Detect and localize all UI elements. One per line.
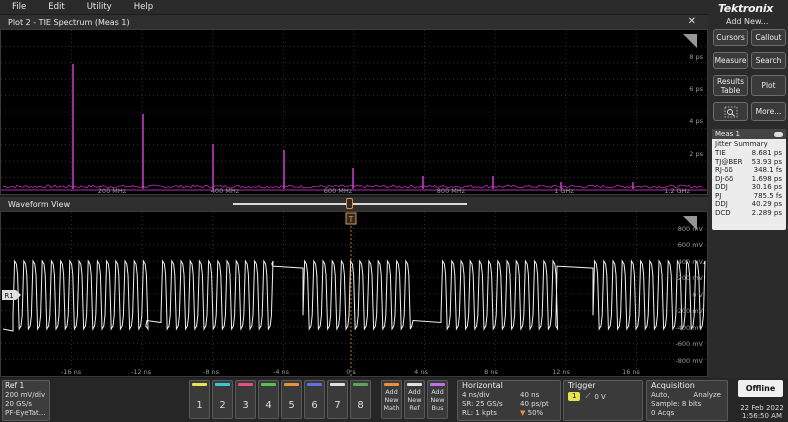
- waveform-x-tick: 4 ns: [414, 368, 428, 376]
- channel-8-button[interactable]: 8: [350, 380, 371, 419]
- waveform-y-tick: 200 mV: [678, 274, 704, 282]
- waveform-x-tick: 8 ns: [484, 368, 498, 376]
- spectrum-plot[interactable]: 8 ps 6 ps 4 ps 2 ps 200 MHz 400 MHz 600 MHz 800…: [0, 29, 708, 195]
- channel-1-button[interactable]: 1: [189, 380, 210, 419]
- spectrum-y-tick: 8 ps: [689, 53, 703, 61]
- channel-2-button[interactable]: 2: [212, 380, 233, 419]
- horizontal-title: Horizontal: [462, 381, 503, 390]
- results-table-button[interactable]: Results Table: [713, 75, 748, 96]
- waveform-y-tick: 0 V: [692, 291, 703, 299]
- waveform-y-tick: 800 mV: [678, 225, 704, 233]
- record-position-handle[interactable]: [346, 198, 353, 209]
- search-button[interactable]: Search: [751, 52, 786, 69]
- waveform-title: Waveform View: [8, 199, 71, 209]
- meas-row: TJ@BER 53.93 ps: [715, 157, 782, 166]
- measurement-title: Meas 1: [715, 130, 740, 138]
- measure-button[interactable]: Measure: [713, 52, 748, 69]
- plot-button[interactable]: Plot: [751, 75, 786, 96]
- spectrum-y-tick: 6 ps: [689, 85, 703, 93]
- waveform-x-tick: -12 ns: [131, 368, 152, 376]
- waveform-y-tick: -800 mV: [675, 357, 703, 365]
- meas-row: DDJ 40.29 ps: [715, 200, 782, 208]
- close-icon[interactable]: ✕: [688, 16, 696, 27]
- meas-row: TIE 8.681 ps: [715, 149, 782, 157]
- ref1-rate: 20 GS/s: [5, 400, 33, 408]
- spectrum-x-tick: 1.2 GHz: [664, 187, 690, 194]
- waveform-y-tick: -600 mV: [675, 340, 703, 348]
- channel-4-button[interactable]: 4: [258, 380, 279, 419]
- add-new-ref-button[interactable]: Add New Ref: [404, 380, 425, 419]
- plot-corner-icon: [683, 34, 697, 48]
- spectrum-x-tick: 800 MHz: [437, 187, 466, 194]
- spectrum-x-tick: 400 MHz: [211, 187, 240, 194]
- spectrum-title: Plot 2 - TIE Spectrum (Meas 1): [8, 17, 130, 27]
- more-button[interactable]: More...: [751, 102, 786, 121]
- add-new-bus-button[interactable]: Add New Bus: [427, 380, 448, 419]
- channel-label: R1: [4, 292, 13, 300]
- position-marker-icon: ▼: [520, 409, 528, 417]
- measurement-badge[interactable]: Meas 1 Jitter Summary TIE 8.681 ps TJ@BER…: [712, 129, 786, 230]
- trigger-source-chip: 1: [568, 392, 581, 401]
- spectrum-title-bar: Plot 2 - TIE Spectrum (Meas 1) ✕: [0, 15, 708, 29]
- brand-logo: Tektronix: [718, 2, 774, 15]
- spectrum-x-tick: 1 GHz: [554, 187, 574, 194]
- badge-toggle-icon[interactable]: [774, 131, 783, 137]
- channel-6-button[interactable]: 6: [304, 380, 325, 419]
- waveform-y-tick: -200 mV: [675, 307, 703, 315]
- waveform-x-tick: 16 ns: [622, 368, 640, 376]
- waveform-x-tick: 0 s: [346, 368, 356, 376]
- rising-edge-icon: ⟋: [585, 392, 591, 400]
- acquisition-title: Acquisition: [651, 381, 695, 390]
- spectrum-x-tick: 600 MHz: [324, 187, 353, 194]
- ref1-title: Ref 1: [5, 381, 25, 390]
- spectrum-x-tick: 200 MHz: [98, 187, 127, 194]
- add-new-math-button[interactable]: Add New Math: [381, 380, 402, 419]
- run-status-button[interactable]: Offline: [738, 380, 783, 397]
- zoom-icon: [724, 106, 737, 117]
- meas-row: DDJ 30.16 ps: [715, 183, 782, 191]
- date-label: 22 Feb 2022: [740, 404, 784, 412]
- cursors-button[interactable]: Cursors: [713, 29, 748, 46]
- meas-row: PJ 785.5 fs: [715, 191, 782, 200]
- meas-row: RJ-δδ 348.1 fs: [715, 166, 782, 174]
- waveform-x-tick: -4 ns: [273, 368, 290, 376]
- menu-help[interactable]: Help: [134, 2, 153, 12]
- menu-utility[interactable]: Utility: [87, 2, 112, 12]
- trigger-level: 0 V: [594, 392, 606, 401]
- callout-button[interactable]: Callout: [751, 29, 786, 46]
- date-time: 22 Feb 2022 1:56:50 AM: [738, 404, 786, 420]
- ref1-badge[interactable]: Ref 1 200 mV/div 20 GS/s PF-EyeTat...: [2, 380, 50, 421]
- waveform-x-tick: -16 ns: [61, 368, 82, 376]
- horizontal-badge[interactable]: Horizontal 4 ns/div 40 ns SR: 25 GS/s 40 p…: [457, 380, 561, 421]
- waveform-y-tick: 400 mV: [678, 258, 704, 266]
- channel-7-button[interactable]: 7: [327, 380, 348, 419]
- add-new-label: Add New...: [726, 17, 769, 26]
- trigger-title: Trigger: [568, 381, 596, 390]
- menu-edit[interactable]: Edit: [48, 2, 64, 12]
- waveform-y-tick: 600 mV: [678, 241, 704, 249]
- waveform-x-tick: -8 ns: [203, 368, 220, 376]
- menu-file[interactable]: File: [12, 2, 26, 12]
- ref1-scale: 200 mV/div: [5, 391, 46, 399]
- graticule: [1, 30, 707, 194]
- time-label: 1:56:50 AM: [741, 412, 783, 420]
- spectrum-y-tick: 2 ps: [689, 150, 703, 158]
- waveform-plot[interactable]: T R1 800 mV 600 mV 400 mV 200 mV 0 V -200 mV -40…: [0, 211, 708, 377]
- waveform-x-tick: 12 ns: [552, 368, 570, 376]
- ref1-file: PF-EyeTat...: [5, 409, 46, 417]
- channel-3-button[interactable]: 3: [235, 380, 256, 419]
- trigger-badge[interactable]: Trigger 1 ⟋ 0 V: [563, 380, 643, 421]
- zoom-icon-button[interactable]: [713, 102, 748, 121]
- spectrum-y-tick: 4 ps: [689, 117, 703, 125]
- channel-5-button[interactable]: 5: [281, 380, 302, 419]
- jitter-summary-label: Jitter Summary: [715, 140, 768, 148]
- waveform-y-tick: -400 mV: [675, 324, 703, 332]
- meas-row: DJ-δδ 1.698 ps: [715, 174, 782, 183]
- trigger-marker-label: T: [348, 215, 354, 224]
- meas-row: DCD 2.289 ps: [715, 208, 782, 217]
- acquisition-badge[interactable]: Acquisition Auto, Analyze Sample: 8 bits …: [646, 380, 728, 421]
- menu-bar: File Edit Utility Help: [0, 0, 708, 14]
